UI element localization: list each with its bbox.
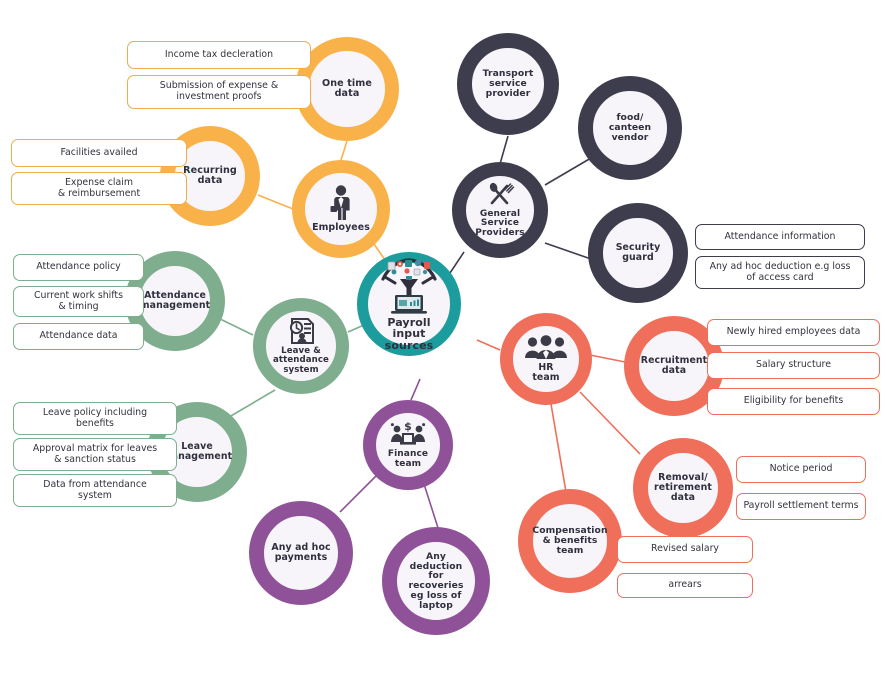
funnel-laptop-icon	[373, 257, 445, 315]
spoon-fork-icon	[485, 182, 515, 208]
label-payroll-settlement-terms: Payroll settlement terms	[736, 493, 866, 520]
label-salary-structure: Salary structure	[707, 352, 880, 379]
label-income-tax-decleration: Income tax decleration	[127, 41, 311, 69]
label-arrears: arrears	[617, 573, 753, 598]
label-newly-hired-employees-data: Newly hired employees data	[707, 319, 880, 346]
node-label: Attendance management	[139, 290, 211, 311]
node-security-guard[interactable]: Security guard	[588, 203, 688, 303]
label-adhoc-deduction-access-card: Any ad hoc deduction e.g loss of access …	[695, 256, 865, 289]
label-attendance-data: Attendance data	[13, 323, 144, 350]
node-label: Security guard	[615, 242, 661, 263]
node-compensation-benefits-team[interactable]: Compensation & benefits team	[518, 489, 622, 593]
node-label: Payroll input sources	[384, 315, 434, 352]
label-notice-period: Notice period	[736, 456, 866, 483]
node-label: Employees	[312, 222, 370, 234]
mindmap-canvas: One time data Recurring data Employees I…	[0, 0, 887, 680]
label-current-work-shifts: Current work shifts & timing	[13, 286, 144, 317]
node-label: Any deduction for recoveries eg loss of …	[408, 550, 464, 611]
node-label: Finance team	[387, 449, 429, 469]
label-expense-claim: Expense claim & reimbursement	[11, 172, 187, 205]
node-food-canteen-vendor[interactable]: food/ canteen vendor	[578, 76, 682, 180]
label-data-from-attendance-system: Data from attendance system	[13, 474, 177, 507]
label-facilities-availed: Facilities availed	[11, 139, 187, 167]
node-removal-retirement-data[interactable]: Removal/ retirement data	[633, 438, 733, 538]
node-label: One time data	[321, 77, 372, 99]
node-label: General Service Providers	[475, 208, 525, 238]
svg-text:$: $	[404, 420, 412, 433]
node-label: Transport service provider	[482, 68, 534, 99]
node-hr-team[interactable]: HR team	[500, 313, 592, 405]
three-people-icon	[524, 335, 568, 361]
label-attendance-policy: Attendance policy	[13, 254, 144, 281]
node-label: Removal/ retirement data	[654, 472, 712, 503]
label-approval-matrix: Approval matrix for leaves & sanction st…	[13, 438, 177, 471]
label-attendance-information: Attendance information	[695, 224, 865, 250]
node-payroll-input-sources[interactable]: Payroll input sources	[357, 252, 461, 356]
clock-document-icon	[286, 317, 316, 345]
node-transport-service-provider[interactable]: Transport service provider	[457, 33, 559, 135]
node-any-adhoc-payments[interactable]: Any ad hoc payments	[249, 501, 353, 605]
node-label: food/ canteen vendor	[608, 112, 652, 143]
node-general-service-providers[interactable]: General Service Providers	[452, 162, 548, 258]
node-label: Recruitment data	[640, 355, 708, 376]
label-submission-expense: Submission of expense & investment proof…	[127, 75, 311, 109]
node-employees[interactable]: Employees	[292, 160, 390, 258]
node-any-deduction-recoveries[interactable]: Any deduction for recoveries eg loss of …	[382, 527, 490, 635]
label-eligibility-for-benefits: Eligibility for benefits	[707, 388, 880, 415]
employee-person-icon	[328, 185, 354, 221]
node-finance-team[interactable]: $ Finance team	[363, 400, 453, 490]
finance-meeting-icon: $	[389, 420, 427, 448]
label-revised-salary: Revised salary	[617, 536, 753, 563]
node-label: Any ad hoc payments	[271, 542, 331, 563]
label-leave-policy-benefits: Leave policy including benefits	[13, 402, 177, 435]
node-label: Compensation & benefits team	[532, 525, 608, 556]
node-label: HR team	[532, 362, 560, 383]
node-label: Leave & attendance system	[273, 346, 329, 375]
node-leave-attendance-system[interactable]: Leave & attendance system	[253, 298, 349, 394]
